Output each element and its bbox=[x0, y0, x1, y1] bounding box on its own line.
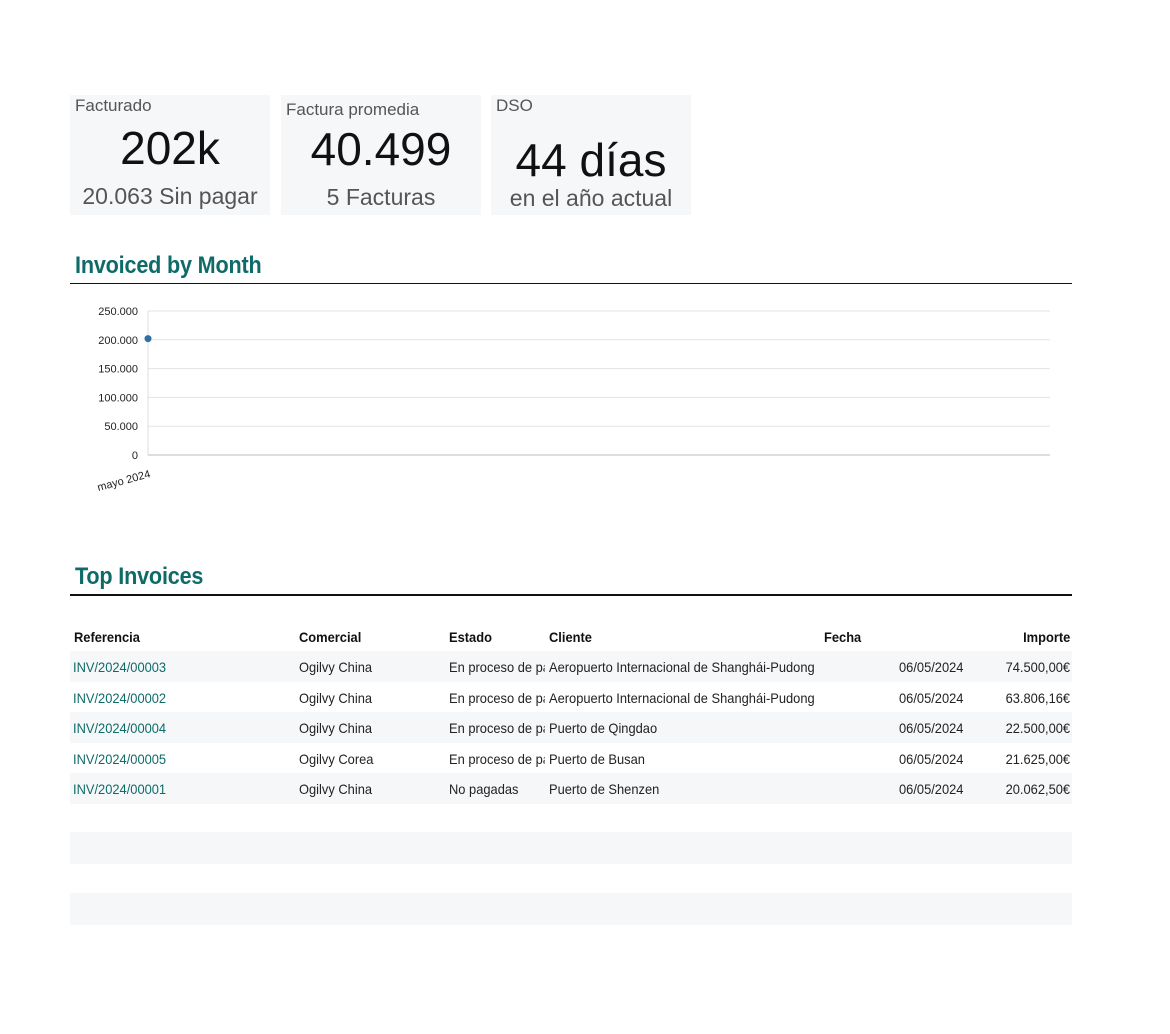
chart-x-ticks: mayo 2024 bbox=[96, 468, 152, 494]
cell-estado: En proceso de pago bbox=[449, 750, 545, 767]
cell-importe: 22.500,00€ bbox=[1005, 720, 1070, 737]
cell-cliente: Aeropuerto Internacional de Shanghái-Pud… bbox=[549, 689, 815, 706]
chart-points bbox=[144, 335, 152, 343]
kpi-sub: en el año actual bbox=[491, 185, 691, 212]
cell-fecha: 06/05/2024 bbox=[899, 689, 964, 706]
kpi-card-average-invoice[interactable]: Factura promedia 40.499 5 Facturas bbox=[281, 95, 481, 215]
cell-importe: 63.806,16€ bbox=[1005, 689, 1070, 706]
kpi-value: 202k bbox=[120, 122, 220, 174]
kpi-sub-label: Facturas bbox=[345, 184, 436, 210]
table-row[interactable]: INV/2024/00005 Ogilvy Corea En proceso d… bbox=[70, 743, 1072, 774]
section-divider bbox=[70, 594, 1072, 596]
invoice-reference-link[interactable]: INV/2024/00002 bbox=[73, 690, 257, 706]
kpi-card-invoiced[interactable]: Facturado 202k 20.063 Sin pagar bbox=[70, 95, 270, 215]
column-header-cliente[interactable]: Cliente bbox=[549, 629, 592, 645]
y-tick-label: 200.000 bbox=[98, 335, 138, 347]
cell-estado: En proceso de pago bbox=[449, 659, 545, 675]
kpi-sub-label: en el año actual bbox=[509, 185, 673, 211]
table-row[interactable]: INV/2024/00003 Ogilvy China En proceso d… bbox=[70, 651, 1072, 682]
cell-comercial: Ogilvy China bbox=[299, 781, 373, 798]
kpi-sub: 20.063 Sin pagar bbox=[70, 183, 270, 210]
table-row[interactable]: INV/2024/00004 Ogilvy China En proceso d… bbox=[70, 712, 1072, 743]
table-row[interactable]: INV/2024/00002 Ogilvy China En proceso d… bbox=[70, 682, 1072, 713]
cell-estado: En proceso de pago bbox=[449, 720, 545, 737]
column-header-estado[interactable]: Estado bbox=[449, 629, 492, 645]
cell-importe: 20.062,50€ bbox=[1005, 781, 1070, 798]
table-empty-row bbox=[70, 893, 1072, 925]
kpi-card-dso[interactable]: DSO 44 días en el año actual bbox=[491, 95, 691, 215]
kpi-label: DSO bbox=[496, 96, 533, 115]
kpi-sub: 5 Facturas bbox=[281, 184, 481, 211]
cell-fecha: 06/05/2024 bbox=[899, 781, 964, 798]
column-header-referencia[interactable]: Referencia bbox=[74, 629, 140, 645]
column-header-comercial[interactable]: Comercial bbox=[299, 629, 361, 645]
chart-grid bbox=[147, 310, 1050, 456]
table-row[interactable]: INV/2024/00001 Ogilvy China No pagadas P… bbox=[70, 773, 1072, 804]
cell-estado: No pagadas bbox=[449, 781, 519, 798]
cell-fecha: 06/05/2024 bbox=[899, 659, 964, 675]
invoice-reference-link[interactable]: INV/2024/00001 bbox=[73, 781, 257, 797]
cell-estado: En proceso de pago bbox=[449, 689, 545, 706]
kpi-sub-label: Sin pagar bbox=[159, 183, 258, 209]
table-empty-row bbox=[70, 832, 1072, 864]
data-point[interactable] bbox=[144, 335, 152, 343]
cell-cliente: Puerto de Qingdao bbox=[549, 720, 658, 737]
kpi-value: 44 días bbox=[515, 134, 667, 186]
kpi-label: Facturado bbox=[75, 96, 152, 115]
section-divider bbox=[70, 283, 1072, 284]
cell-fecha: 06/05/2024 bbox=[899, 750, 964, 767]
kpi-sub-value: 20.063 bbox=[82, 183, 153, 209]
cell-importe: 21.625,00€ bbox=[1005, 750, 1070, 767]
y-tick-label: 50.000 bbox=[104, 421, 138, 433]
column-header-fecha[interactable]: Fecha bbox=[824, 629, 861, 645]
y-tick-label: 0 bbox=[132, 450, 138, 462]
table-header: Referencia Comercial Estado Cliente Fech… bbox=[70, 623, 1072, 651]
cell-importe: 74.500,00€ bbox=[1005, 659, 1070, 675]
cell-comercial: Ogilvy China bbox=[299, 720, 373, 737]
y-tick-label: 250.000 bbox=[98, 306, 138, 318]
y-tick-label: 150.000 bbox=[98, 364, 138, 376]
section-title-top-invoices: Top Invoices bbox=[75, 563, 204, 590]
cell-comercial: Ogilvy China bbox=[299, 689, 373, 706]
x-tick-label: mayo 2024 bbox=[96, 468, 152, 494]
column-header-importe[interactable]: Importe bbox=[1023, 629, 1070, 645]
cell-comercial: Ogilvy Corea bbox=[299, 750, 374, 767]
cell-comercial: Ogilvy China bbox=[299, 659, 373, 675]
section-title-invoiced-by-month: Invoiced by Month bbox=[75, 252, 262, 279]
kpi-sub-value: 5 bbox=[326, 184, 340, 210]
invoice-reference-link[interactable]: INV/2024/00004 bbox=[73, 720, 257, 736]
cell-cliente: Puerto de Busan bbox=[549, 750, 645, 767]
cell-cliente: Puerto de Shenzen bbox=[549, 781, 660, 798]
chart-y-ticks: 0 50.000 100.000 150.000 200.000 250.000 bbox=[98, 306, 138, 462]
top-invoices-table: Referencia Comercial Estado Cliente Fech… bbox=[70, 623, 1072, 804]
invoiced-by-month-chart: 0 50.000 100.000 150.000 200.000 250.000 mayo… bbox=[96, 306, 1050, 494]
kpi-value: 40.499 bbox=[310, 123, 452, 175]
invoice-reference-link[interactable]: INV/2024/00005 bbox=[73, 751, 257, 767]
cell-cliente: Aeropuerto Internacional de Shanghái-Pud… bbox=[549, 659, 815, 675]
invoice-reference-link[interactable]: INV/2024/00003 bbox=[73, 659, 257, 675]
y-tick-label: 100.000 bbox=[98, 392, 138, 404]
cell-fecha: 06/05/2024 bbox=[899, 720, 964, 737]
kpi-label: Factura promedia bbox=[286, 100, 420, 119]
